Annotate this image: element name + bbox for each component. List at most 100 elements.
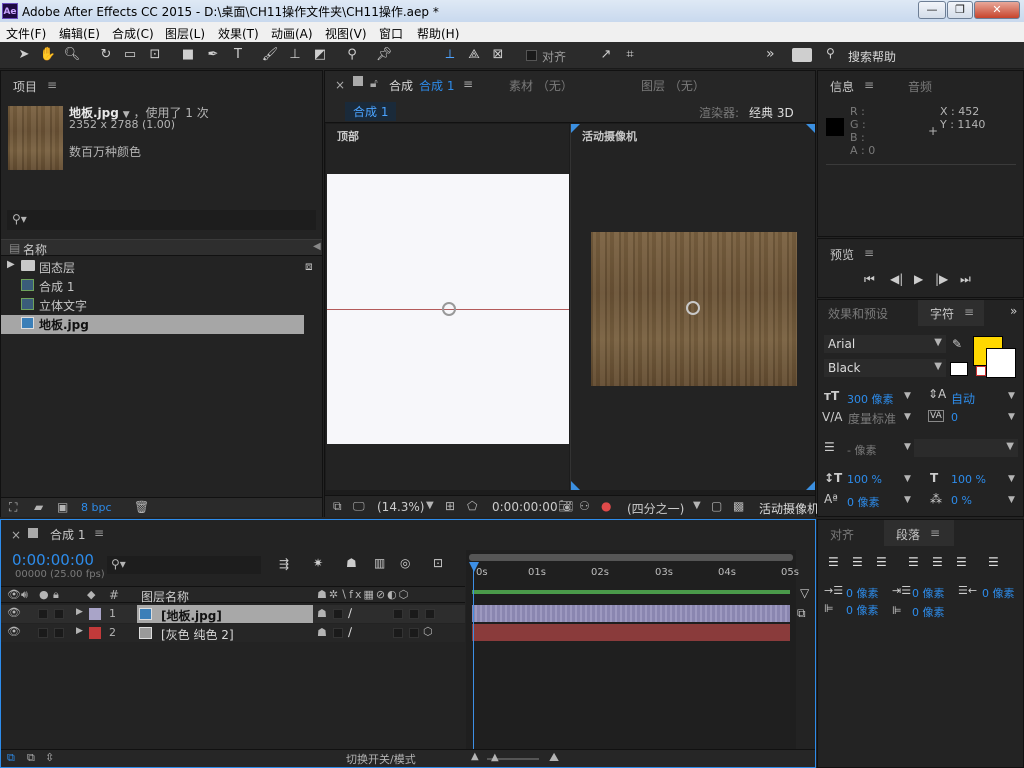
stroke-color-swatch[interactable] [986,348,1016,378]
3d-cube-icon[interactable]: ⬡ [423,625,433,638]
font-style-dropdown[interactable]: Black ▼ [824,359,946,377]
playhead-line[interactable] [473,562,474,750]
layer-duration-bar-2[interactable] [472,624,790,641]
menu-window[interactable]: 窗口 [379,25,403,42]
renderer-value[interactable]: 经典 3D [749,104,794,121]
audio-column-icon[interactable]: 🔊︎ [21,588,28,602]
menu-help[interactable]: 帮助(H) [417,25,459,42]
in-out-toggle-icon[interactable]: ⇳ [45,751,54,764]
project-item-comp[interactable]: 合成 1 [1,277,322,296]
zoom-out-icon[interactable]: ▲ [471,751,479,762]
no-color-icon[interactable] [976,366,986,376]
dropdown-arrow-icon[interactable]: ▼ [904,442,911,452]
work-area-range[interactable] [472,590,790,594]
horizontal-scale-value[interactable]: 100 % [951,473,986,486]
shy-switch-icon[interactable]: ☗ [317,626,327,639]
kerning-value[interactable]: 度量标准 [848,410,896,427]
snap-options-icon[interactable]: ⌗ [620,46,640,64]
project-tab[interactable]: 项目 [13,78,37,95]
snap-icon[interactable]: ↗ [596,46,616,64]
justify-right-icon[interactable]: ☰ [956,555,967,569]
view-active-camera[interactable]: 活动摄像机 [570,124,815,490]
menu-view[interactable]: 视图(V) [325,25,367,42]
motion-blur-icon[interactable]: ◎ [400,556,410,570]
comp-breadcrumb[interactable]: 合成 1 [345,102,397,121]
timeline-graph-area[interactable] [466,550,796,750]
camera-dropdown[interactable]: 活动摄像机 [759,500,819,517]
new-folder-icon[interactable]: ▰ [34,500,43,514]
eyedropper-icon[interactable]: ✎ [952,337,962,351]
dropdown-arrow-icon[interactable]: ▼ [904,495,911,505]
motion-blur-switch[interactable] [393,609,403,619]
always-preview-icon[interactable]: ⧉ [333,499,342,514]
stroke-width-value[interactable]: - 像素 [847,442,876,458]
minimize-button[interactable]: — [918,1,946,19]
layer-row-1[interactable]: 👁︎ ▶ 1 [地板.jpg] ☗ ∕ [1,605,465,623]
solo-switch[interactable] [38,609,48,619]
anchor-point-icon[interactable] [442,302,456,316]
layer-search-input[interactable]: ⚲▾ [107,556,261,574]
prev-frame-icon[interactable]: ◀| [890,272,903,286]
comp-mini-flowchart-icon[interactable]: ⇶ [279,557,289,571]
indent-first-value[interactable]: 0 像素 [912,585,945,601]
quality-switch-icon[interactable]: ∕ [348,606,352,620]
audio-tab[interactable]: 音频 [908,78,932,95]
project-item-comp[interactable]: 立体文字 [1,296,322,315]
project-search-input[interactable]: ⚲▾ [7,210,316,230]
visibility-eye-icon[interactable]: 👁︎ [7,625,21,638]
align-checkbox[interactable] [526,50,537,61]
frame-blending-icon[interactable]: ▥ [374,556,385,570]
comp-tab-name[interactable]: 合成 1 [419,77,454,94]
video-column-icon[interactable]: 👁︎ [7,588,21,601]
vertical-scale-value[interactable]: 100 % [847,473,882,486]
label-column-icon[interactable]: ▤ [9,241,20,255]
expand-arrow-icon[interactable]: ▶ [76,607,83,617]
adjustment-switch[interactable] [409,628,419,638]
work-area-bar[interactable] [469,554,793,561]
transparency-grid-icon[interactable]: ▩ [733,499,744,513]
timeline-tab[interactable]: 合成 1 [50,526,85,543]
comp-button-icon[interactable]: ▽ [800,586,809,600]
draft-3d-icon[interactable]: ✷ [313,556,323,570]
timeline-timecode[interactable]: 0:00:00:00 [12,551,94,569]
graph-editor-icon[interactable]: ⊡ [433,556,443,570]
layer-name-column-header[interactable]: 图层名称 [141,588,189,605]
dropdown-arrow-icon[interactable]: ▼ [904,391,911,401]
collapse-switch[interactable] [333,609,343,619]
new-comp-icon[interactable]: ▣ [57,500,68,514]
character-menu-icon[interactable]: ≡ [964,305,974,319]
paragraph-tab[interactable]: 段落 [896,526,920,543]
layer-label-color[interactable] [89,608,101,620]
space-before-value[interactable]: 0 像素 [846,602,879,618]
quality-switch-icon[interactable]: ∕ [348,625,352,639]
leading-value[interactable]: 自动 [951,390,975,407]
workspace-more-icon[interactable]: » [766,46,775,62]
menu-animation[interactable]: 动画(A) [271,25,313,42]
selection-tool-icon[interactable]: ➤ [14,46,34,64]
first-frame-icon[interactable]: ⏮ [864,272,875,287]
interpret-footage-icon[interactable]: ⛶ [9,500,17,515]
space-after-value[interactable]: 0 像素 [912,604,945,620]
tsume-value[interactable]: 0 % [951,494,972,507]
character-tab[interactable]: 字符 [930,305,954,322]
comp-tab-prefix[interactable]: 合成 [389,77,413,94]
resolution-dropdown-icon[interactable]: ▼ [693,500,701,511]
dropdown-arrow-icon[interactable]: ▼ [1008,495,1015,505]
zoom-in-icon[interactable]: ⛰ [549,750,559,765]
black-white-swatch[interactable] [950,362,968,376]
maximize-button[interactable]: ❐ [947,1,973,19]
eraser-tool-icon[interactable]: ◩ [310,46,330,64]
monitor-icon[interactable]: 🖵︎ [353,499,365,514]
zoom-tool-icon[interactable]: 🔍︎ [62,46,82,64]
stroke-style-dropdown[interactable]: ▼ [914,439,1018,457]
play-icon[interactable]: ▶ [914,272,923,286]
tracking-value[interactable]: 0 [951,411,958,424]
visibility-eye-icon[interactable]: 👁︎ [7,606,21,619]
rectangle-tool-icon[interactable]: ■ [178,46,198,64]
indent-right-value[interactable]: 0 像素 [982,585,1015,601]
justify-left-icon[interactable]: ☰ [908,555,919,569]
safe-margins-icon[interactable]: ⊞ [445,499,455,513]
search-help-field[interactable]: 搜索帮助 [848,48,896,65]
lock-switch[interactable] [54,628,64,638]
shy-layers-icon[interactable]: ☗ [346,556,357,570]
